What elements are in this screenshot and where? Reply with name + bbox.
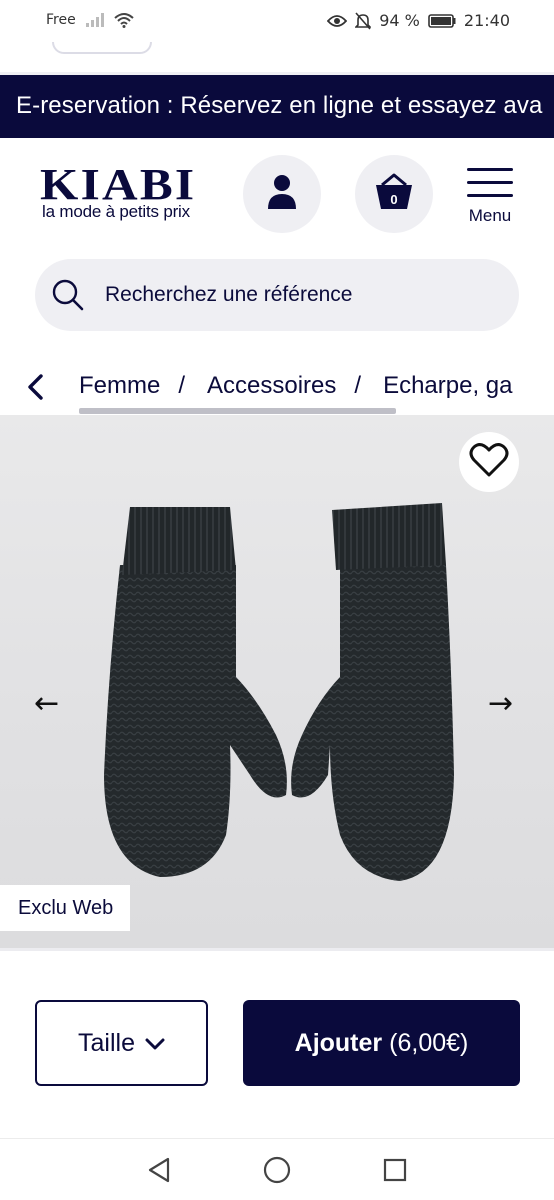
search-bar[interactable] [35, 259, 519, 331]
back-triangle-icon[interactable] [146, 1156, 172, 1189]
battery-percent: 94 % [379, 11, 420, 30]
clock: 21:40 [463, 11, 510, 30]
kiabi-logo[interactable]: KIABI la mode à petits prix [40, 160, 210, 224]
next-image-arrow-icon[interactable]: → [488, 686, 513, 721]
breadcrumb-back-chevron-icon[interactable] [24, 374, 48, 400]
add-to-cart-button[interactable]: Ajouter (6,00€) [243, 1000, 520, 1086]
announcement-banner[interactable]: E-reservation : Réservez en ligne et ess… [0, 75, 554, 138]
menu-label: Menu [468, 206, 512, 225]
badge-label: Exclu Web [18, 896, 114, 919]
breadcrumb-separator: / [354, 372, 362, 399]
battery-icon [428, 13, 456, 28]
logo-tagline: la mode à petits prix [42, 202, 190, 221]
size-select-button[interactable]: Taille [35, 1000, 208, 1086]
prev-image-arrow-icon[interactable]: ← [34, 686, 59, 721]
divider [0, 948, 554, 951]
size-label: Taille [78, 1028, 135, 1057]
recents-square-icon[interactable] [382, 1156, 408, 1189]
breadcrumb: Femme / Accessoires / Echarpe, ga [79, 372, 554, 412]
breadcrumb-separator: / [178, 372, 186, 399]
system-nav-bar [0, 1138, 554, 1200]
breadcrumb-item-accessoires[interactable]: Accessoires [207, 372, 336, 400]
signal-icon [85, 13, 104, 27]
search-icon [51, 278, 85, 317]
logo-wordmark: KIABI [40, 160, 197, 209]
breadcrumb-item-echarpe[interactable]: Echarpe, ga [383, 372, 512, 400]
scrolled-tab [52, 42, 152, 54]
cart-count: 0 [390, 192, 398, 207]
account-button[interactable] [243, 155, 321, 233]
eye-icon [327, 14, 348, 28]
bell-off-icon [355, 11, 372, 30]
carrier-label: Free [46, 12, 76, 28]
favorite-button[interactable] [459, 432, 519, 492]
user-icon [267, 174, 297, 215]
hamburger-icon [467, 168, 513, 207]
status-bar: Free 94 % 21:40 [0, 0, 554, 42]
wifi-icon [114, 12, 134, 28]
exclusive-web-badge: Exclu Web [0, 885, 130, 931]
banner-text: E-reservation : Réservez en ligne et ess… [16, 92, 543, 119]
menu-button[interactable]: Menu [462, 165, 518, 227]
add-price: (6,00€) [389, 1028, 469, 1057]
chevron-down-icon [145, 1029, 165, 1058]
home-circle-icon[interactable] [263, 1156, 291, 1189]
heart-icon [469, 442, 509, 483]
product-image-carousel[interactable] [0, 415, 554, 950]
search-input[interactable] [105, 277, 495, 313]
breadcrumb-scroll-indicator [79, 408, 396, 414]
mittens-image [104, 503, 454, 881]
cart-button[interactable]: 0 [355, 155, 433, 233]
breadcrumb-item-femme[interactable]: Femme [79, 372, 160, 400]
add-label: Ajouter [294, 1028, 383, 1057]
